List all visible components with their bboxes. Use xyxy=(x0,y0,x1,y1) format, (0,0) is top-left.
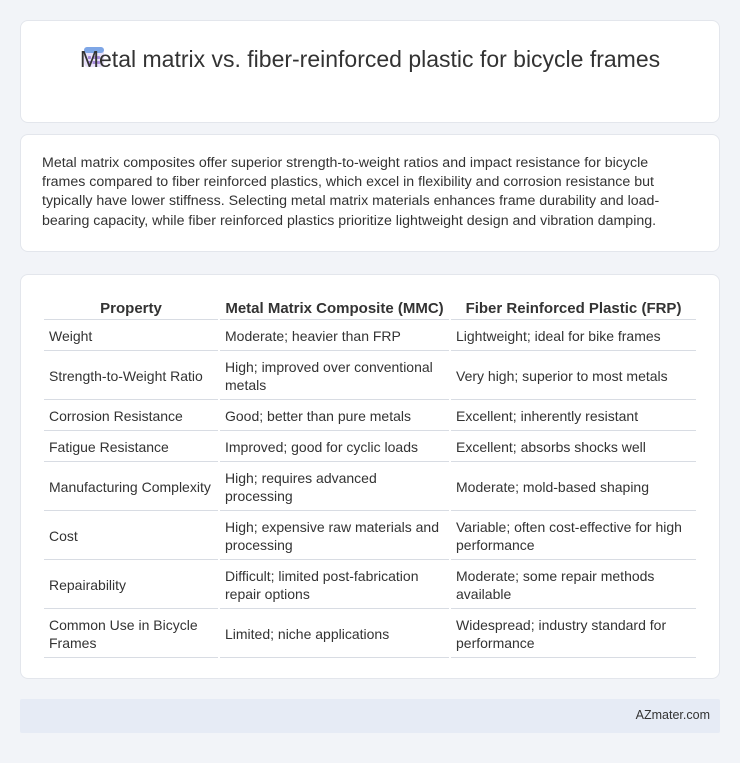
property-cell: Strength-to-Weight Ratio xyxy=(44,353,218,400)
header-frp: Fiber Reinforced Plastic (FRP) xyxy=(451,298,696,320)
mmc-cell: Good; better than pure metals xyxy=(220,402,449,431)
frp-cell: Widespread; industry standard for perfor… xyxy=(451,611,696,658)
mmc-cell: Moderate; heavier than FRP xyxy=(220,322,449,351)
footer: AZmater.com xyxy=(20,699,720,733)
table-row: Cost High; expensive raw materials and p… xyxy=(44,513,696,560)
frp-cell: Very high; superior to most metals xyxy=(451,353,696,400)
table-row: Repairability Difficult; limited post-fa… xyxy=(44,562,696,609)
page-title: Metal matrix vs. fiber-reinforced plasti… xyxy=(79,46,661,72)
mmc-cell: High; improved over conventional metals xyxy=(220,353,449,400)
intro-paragraph: Metal matrix composites offer superior s… xyxy=(42,155,660,229)
table-row: Common Use in Bicycle Frames Limited; ni… xyxy=(44,611,696,658)
table-row: Fatigue Resistance Improved; good for cy… xyxy=(44,433,696,462)
comparison-table: Property Metal Matrix Composite (MMC) Fi… xyxy=(42,296,698,660)
frp-cell: Moderate; mold-based shaping xyxy=(451,464,696,511)
frp-cell: Lightweight; ideal for bike frames xyxy=(451,322,696,351)
property-cell: Cost xyxy=(44,513,218,560)
mmc-cell: Limited; niche applications xyxy=(220,611,449,658)
frp-cell: Excellent; inherently resistant xyxy=(451,402,696,431)
intro-card: Metal matrix composites offer superior s… xyxy=(20,134,720,252)
frp-cell: Excellent; absorbs shocks well xyxy=(451,433,696,462)
table-header-row: Property Metal Matrix Composite (MMC) Fi… xyxy=(44,298,696,320)
property-cell: Fatigue Resistance xyxy=(44,433,218,462)
property-cell: Common Use in Bicycle Frames xyxy=(44,611,218,658)
property-cell: Corrosion Resistance xyxy=(44,402,218,431)
frp-cell: Variable; often cost-effective for high … xyxy=(451,513,696,560)
mmc-cell: High; expensive raw materials and proces… xyxy=(220,513,449,560)
table-row: Weight Moderate; heavier than FRP Lightw… xyxy=(44,322,696,351)
header-property: Property xyxy=(44,298,218,320)
footer-site-link[interactable]: AZmater.com xyxy=(636,708,710,722)
mmc-cell: High; requires advanced processing xyxy=(220,464,449,511)
property-cell: Manufacturing Complexity xyxy=(44,464,218,511)
table-row: Corrosion Resistance Good; better than p… xyxy=(44,402,696,431)
comparison-card: Property Metal Matrix Composite (MMC) Fi… xyxy=(20,274,720,679)
property-cell: Weight xyxy=(44,322,218,351)
header-mmc: Metal Matrix Composite (MMC) xyxy=(220,298,449,320)
mmc-cell: Improved; good for cyclic loads xyxy=(220,433,449,462)
mmc-cell: Difficult; limited post-fabrication repa… xyxy=(220,562,449,609)
title-card: Metal matrix vs. fiber-reinforced plasti… xyxy=(20,20,720,123)
table-row: Manufacturing Complexity High; requires … xyxy=(44,464,696,511)
property-cell: Repairability xyxy=(44,562,218,609)
frp-cell: Moderate; some repair methods available xyxy=(451,562,696,609)
table-row: Strength-to-Weight Ratio High; improved … xyxy=(44,353,696,400)
